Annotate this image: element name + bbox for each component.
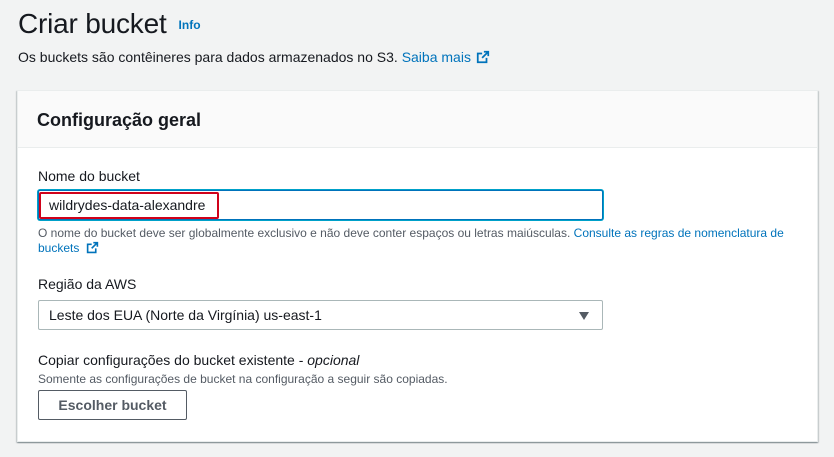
optional-tag: opcional (307, 352, 360, 368)
bucket-name-hint: O nome do bucket deve ser globalmente ex… (38, 226, 808, 256)
copy-settings-label: Copiar configurações do bucket existente… (38, 352, 359, 368)
bucket-name-input[interactable] (38, 190, 603, 220)
copy-settings-label-text: Copiar configurações do bucket existente… (38, 352, 308, 368)
choose-bucket-button[interactable]: Escolher bucket (38, 390, 187, 420)
page-description: Os buckets são contêineres para dados ar… (18, 49, 490, 65)
external-link-icon[interactable] (86, 241, 99, 254)
bucket-name-label: Nome do bucket (38, 168, 140, 184)
page-title: Criar bucket (18, 8, 167, 39)
learn-more-link[interactable]: Saiba mais (402, 49, 471, 65)
page-header: Criar bucket Info Os buckets são contêin… (18, 8, 490, 65)
info-link[interactable]: Info (179, 18, 201, 32)
title-row: Criar bucket Info (18, 8, 490, 40)
external-link-icon[interactable] (476, 50, 490, 64)
panel-title: Configuração geral (37, 110, 202, 130)
general-config-panel: Configuração geral Nome do bucket O nome… (17, 90, 818, 442)
description-text: Os buckets são contêineres para dados ar… (18, 49, 398, 65)
caret-down-icon (579, 312, 589, 320)
region-select[interactable]: Leste dos EUA (Norte da Virgínia) us-eas… (38, 300, 603, 330)
panel-header: Configuração geral (18, 91, 817, 148)
region-label: Região da AWS (38, 276, 137, 292)
region-selected-value: Leste dos EUA (Norte da Virgínia) us-eas… (49, 307, 322, 323)
copy-settings-hint: Somente as configurações de bucket na co… (38, 372, 448, 386)
bucket-name-hint-text: O nome do bucket deve ser globalmente ex… (38, 226, 571, 240)
